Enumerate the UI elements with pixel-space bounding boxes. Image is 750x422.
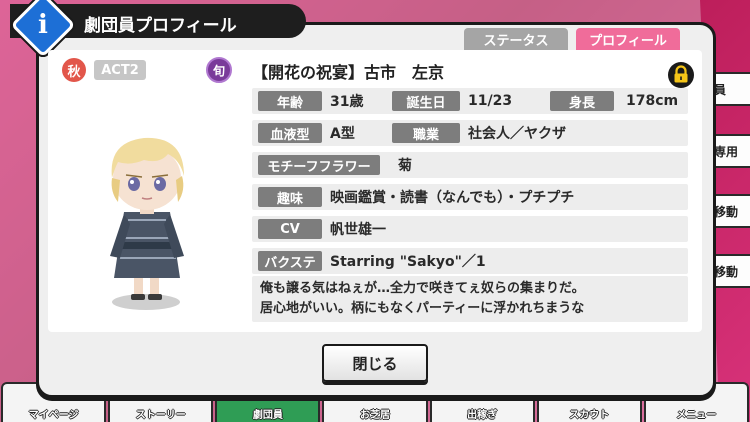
birthday-value: 11/23 bbox=[468, 93, 513, 109]
age-label: 年齢 bbox=[258, 91, 322, 111]
cv-label: CV bbox=[258, 219, 322, 239]
row-motif-flower: モチーフフラワー 菊 bbox=[252, 152, 688, 178]
close-button[interactable]: 閉じる bbox=[322, 344, 428, 382]
tab-profile[interactable]: プロフィール bbox=[576, 28, 680, 50]
height-value: 178cm bbox=[626, 93, 679, 109]
quote-line-2: 居心地がいい。柄にもなくパーティーに浮かれちまうな bbox=[260, 301, 585, 316]
character-quote: 俺も譲る気はねぇが…全力で咲きてぇ奴らの集まりだ。 居心地がいい。柄にもなくパー… bbox=[252, 276, 688, 322]
lock-icon[interactable] bbox=[668, 62, 694, 88]
motif-flower-value: 菊 bbox=[398, 158, 412, 174]
height-label: 身長 bbox=[550, 91, 614, 111]
side-tab-label: 専用 bbox=[714, 144, 739, 159]
tab-status[interactable]: ステータス bbox=[464, 28, 568, 50]
hobby-value: 映画鑑賞・読書（なんでも）・プチプチ bbox=[330, 190, 575, 206]
row-blood-job: 血液型 A型 職業 社会人／ヤクザ bbox=[252, 120, 688, 146]
side-tab-label: 移動 bbox=[714, 264, 739, 279]
blood-type-value: A型 bbox=[330, 126, 355, 142]
character-name: 【開花の祝宴】古市 左京 bbox=[252, 63, 445, 82]
blood-type-label: 血液型 bbox=[258, 123, 322, 143]
job-value: 社会人／ヤクザ bbox=[468, 126, 566, 142]
row-hobby: 趣味 映画鑑賞・読書（なんでも）・プチプチ bbox=[252, 184, 688, 210]
rarity-badge: 旬 bbox=[206, 57, 232, 83]
job-label: 職業 bbox=[392, 123, 460, 143]
backstage-label: バクステ bbox=[258, 251, 322, 271]
row-age-birthday-height: 年齢 31歳 誕生日 11/23 身長 178cm bbox=[252, 88, 688, 114]
character-sprite bbox=[84, 120, 216, 316]
troupe-badge: ACT2 bbox=[94, 60, 146, 80]
hobby-label: 趣味 bbox=[258, 187, 322, 207]
row-backstage: バクステ Starring "Sakyo"／1 bbox=[252, 248, 688, 274]
age-value: 31歳 bbox=[330, 94, 364, 110]
motif-flower-label: モチーフフラワー bbox=[258, 155, 380, 175]
cv-value: 帆世雄一 bbox=[330, 222, 386, 238]
backstage-value: Starring "Sakyo"／1 bbox=[330, 254, 486, 270]
quote-line-1: 俺も譲る気はねぇが…全力で咲きてぇ奴らの集まりだ。 bbox=[260, 281, 585, 296]
side-tab-label: 移動 bbox=[714, 204, 739, 219]
row-cv: CV 帆世雄一 bbox=[252, 216, 688, 242]
season-badge: 秋 bbox=[62, 58, 86, 82]
dialog-title: 劇団員プロフィール bbox=[84, 16, 237, 36]
info-icon-glyph: i bbox=[38, 10, 48, 40]
birthday-label: 誕生日 bbox=[392, 91, 460, 111]
